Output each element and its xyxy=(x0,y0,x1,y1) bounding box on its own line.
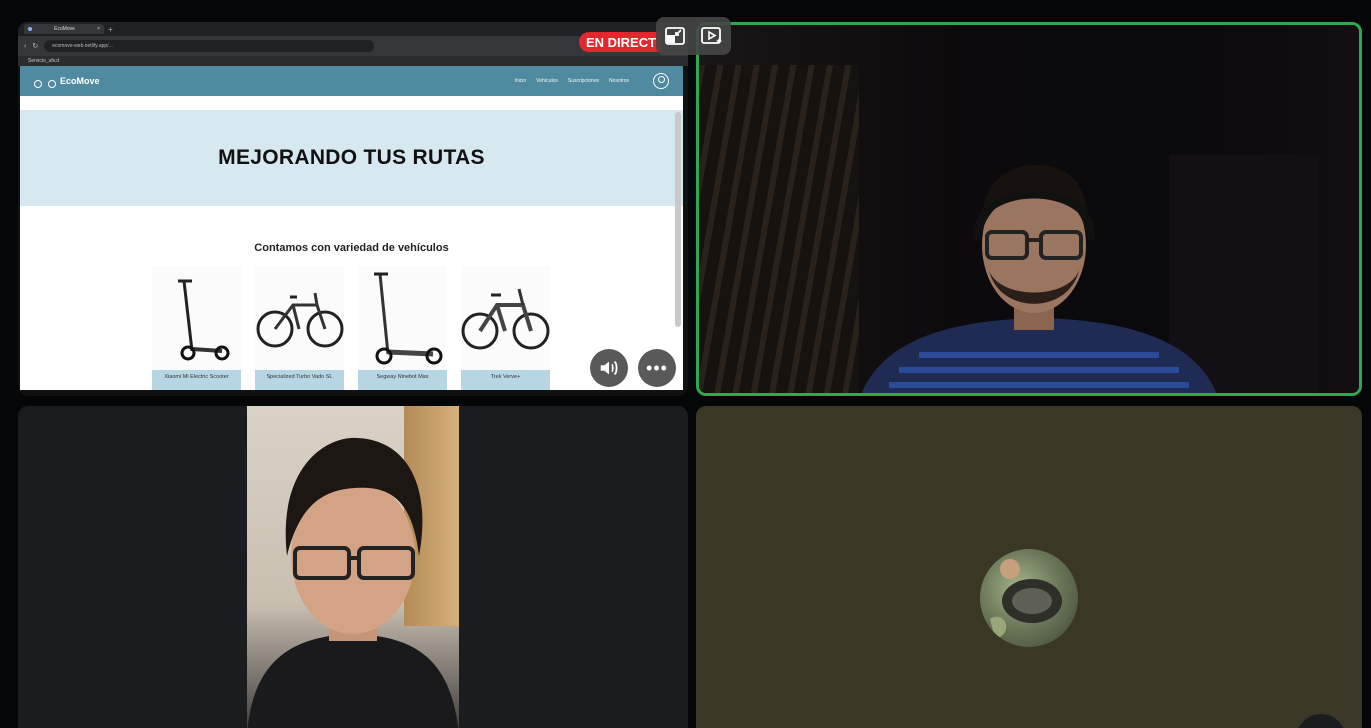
vehicle-label: Segway Ninebot Max xyxy=(358,370,447,390)
vehicle-card[interactable]: Specialized Turbo Vado SL xyxy=(255,266,344,390)
page-scrollbar[interactable] xyxy=(675,112,681,327)
vehicle-label: Xiaomi Mi Electric Scooter xyxy=(152,370,241,390)
site-navbar: EcoMove Inicio Vehículos Suscripciones N… xyxy=(20,66,683,96)
tab-title: EcoMove xyxy=(54,26,75,32)
browser-tab[interactable]: EcoMove × xyxy=(24,24,104,34)
nav-link-suscripciones[interactable]: Suscripciones xyxy=(568,78,599,84)
vehicle-card[interactable]: Trek Verve+ xyxy=(461,266,550,390)
bike-logo-icon xyxy=(34,74,56,88)
scooter-image xyxy=(152,266,241,370)
favicon-icon xyxy=(28,27,32,31)
vehicle-card[interactable]: Xiaomi Mi Electric Scooter xyxy=(152,266,241,390)
bookmark-item[interactable]: Servicio_ufv.d xyxy=(28,58,59,64)
scooter-image xyxy=(358,266,447,370)
vehicle-list: Xiaomi Mi Electric Scooter Specialized T… xyxy=(152,266,550,390)
bike-image xyxy=(461,266,550,370)
address-bar[interactable]: ecomove-web.netlify.app/... xyxy=(44,40,375,52)
nav-link-inicio[interactable]: Inicio xyxy=(514,78,526,84)
hero-banner: MEJORANDO TUS RUTAS xyxy=(20,110,683,206)
tile-options-button[interactable] xyxy=(1296,714,1346,728)
more-options-button[interactable]: ••• xyxy=(638,349,676,387)
brand-name: EcoMove xyxy=(60,76,100,86)
participant-video-frame xyxy=(861,165,1217,393)
bookmarks-bar: Servicio_ufv.d xyxy=(18,56,688,66)
screen-share-tile[interactable]: EcoMove × + ‹ ↻ ecomove-web.netlify.app/… xyxy=(18,22,688,396)
website-viewport: EcoMove Inicio Vehículos Suscripciones N… xyxy=(20,66,683,390)
reload-icon[interactable]: ↻ xyxy=(32,42,38,50)
exit-fullscreen-icon[interactable] xyxy=(663,24,687,48)
volume-button[interactable] xyxy=(590,349,628,387)
participant-video[interactable] xyxy=(18,406,688,728)
tile-options-button[interactable] xyxy=(621,714,671,728)
participant-avatar xyxy=(980,549,1078,647)
volume-icon xyxy=(600,360,618,376)
section-title: Contamos con variedad de vehículos xyxy=(254,242,449,254)
user-account-icon[interactable] xyxy=(653,73,669,89)
hero-title: MEJORANDO TUS RUTAS xyxy=(218,146,485,169)
vehicle-card[interactable]: Segway Ninebot Max xyxy=(358,266,447,390)
nav-links: Inicio Vehículos Suscripciones Nosotros xyxy=(514,73,669,89)
vehicle-label: Specialized Turbo Vado SL xyxy=(255,370,344,390)
video-curtain xyxy=(699,65,859,393)
live-badge: EN DIRECT xyxy=(579,32,661,52)
bike-image xyxy=(255,266,344,370)
participant-video-frame xyxy=(247,406,459,728)
participant-avatar-tile[interactable] xyxy=(696,406,1362,728)
video-call-grid: EcoMove × + ‹ ↻ ecomove-web.netlify.app/… xyxy=(0,0,1371,728)
participant-person xyxy=(247,437,459,728)
site-logo[interactable]: EcoMove xyxy=(34,74,100,88)
nav-link-nosotros[interactable]: Nosotros xyxy=(609,78,629,84)
new-tab-icon[interactable]: + xyxy=(108,25,113,34)
close-tab-icon[interactable]: × xyxy=(97,26,100,32)
nav-link-vehiculos[interactable]: Vehículos xyxy=(536,78,558,84)
participant-video-active-speaker[interactable] xyxy=(696,22,1362,396)
picture-in-picture-icon[interactable] xyxy=(700,24,724,48)
back-icon[interactable]: ‹ xyxy=(24,43,26,50)
vehicle-label: Trek Verve+ xyxy=(461,370,550,390)
video-overlay-controls xyxy=(656,17,731,55)
